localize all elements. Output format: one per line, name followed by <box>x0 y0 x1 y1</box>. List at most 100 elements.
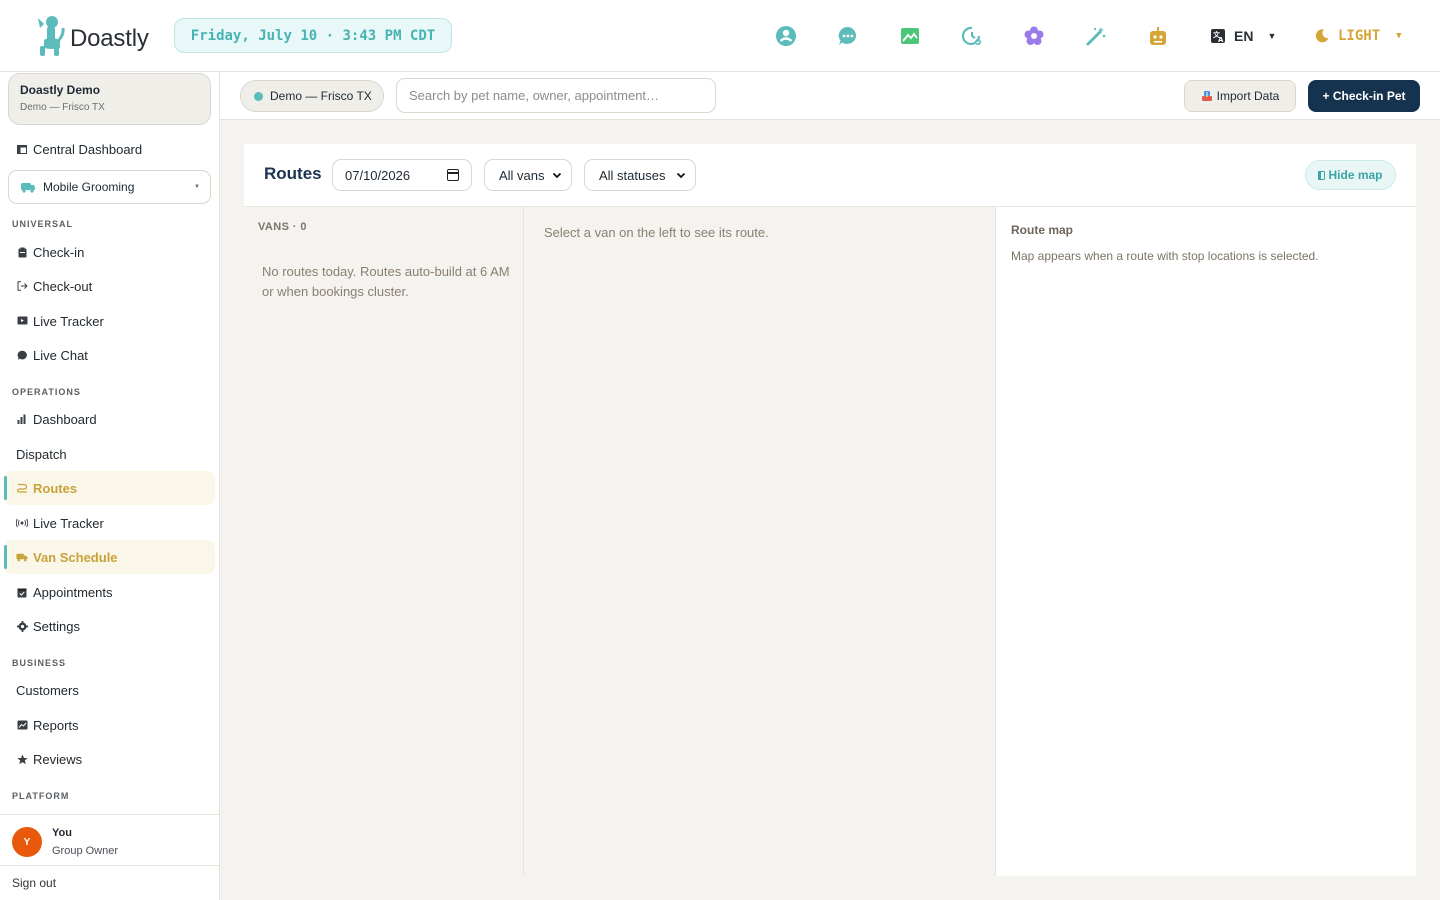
sidebar: Doastly Demo Demo — Frisco TX Central Da… <box>0 72 220 900</box>
sidebar-item-live-tracker[interactable]: Live Tracker <box>4 304 215 338</box>
theme-toggle[interactable]: LIGHT ▼ <box>1314 24 1402 48</box>
bar-chart-icon <box>16 413 28 425</box>
avatar: Y <box>12 827 42 857</box>
check-in-pet-button[interactable]: + Check-in Pet <box>1308 80 1420 112</box>
location-selector[interactable]: Demo — Frisco TX <box>240 80 384 112</box>
org-switcher[interactable]: Doastly Demo Demo — Frisco TX <box>8 73 211 125</box>
sidebar-item-label: Reviews <box>33 751 83 767</box>
user-name: You <box>52 827 72 839</box>
clipboard-icon <box>16 246 28 258</box>
module-selector[interactable]: Mobile Grooming ▼ <box>8 170 211 204</box>
vans-list: VANS · 0 No routes today. Routes auto-bu… <box>244 207 524 876</box>
top-bar: Doastly Friday, July 10 · 3:43 PM CDT 文A… <box>0 0 1440 72</box>
route-map-title: Route map <box>1011 223 1074 237</box>
sidebar-item-label: Check-out <box>33 278 93 294</box>
org-name: Doastly Demo <box>20 83 101 97</box>
sidebar-item-label: Live Tracker <box>33 515 104 531</box>
route-map-hint: Map appears when a route with stop locat… <box>1011 249 1319 263</box>
caret-down-icon: ▼ <box>1396 31 1402 41</box>
sidebar-item-routes[interactable]: Routes <box>4 471 215 505</box>
section-label-operations: OPERATIONS <box>12 387 81 397</box>
sidebar-item-label: Live Chat <box>33 347 88 363</box>
video-icon <box>16 315 28 327</box>
van-filter-select[interactable]: All vans <box>484 159 572 191</box>
gear-icon <box>16 620 28 632</box>
star-icon <box>16 753 28 765</box>
van-icon <box>16 551 28 563</box>
hide-map-label: Hide map <box>1328 168 1383 182</box>
chat-bubble-icon <box>16 349 28 361</box>
svg-text:A: A <box>1218 36 1224 44</box>
search-input[interactable] <box>396 78 716 113</box>
calendar-check-icon <box>16 586 28 598</box>
sidebar-item-label: Check-in <box>33 244 85 260</box>
status-filter-select[interactable]: All statuses <box>584 159 696 191</box>
sidebar-item-live-tracker-ops[interactable]: Live Tracker <box>4 506 215 540</box>
vans-count: VANS · 0 <box>258 221 307 233</box>
sign-out-button[interactable]: Sign out <box>0 865 219 900</box>
user-role: Group Owner <box>52 845 119 857</box>
sidebar-item-dashboard[interactable]: Dashboard <box>4 402 215 436</box>
sidebar-item-central-dashboard[interactable]: Central Dashboard <box>4 132 215 166</box>
date-value: 07/10/2026 <box>345 167 411 183</box>
section-label-business: BUSINESS <box>12 658 67 668</box>
flower-icon[interactable] <box>1022 24 1046 48</box>
date-picker[interactable]: 07/10/2026 <box>332 159 472 191</box>
sidebar-item-check-in[interactable]: Check-in <box>4 235 215 269</box>
image-icon[interactable] <box>898 24 922 48</box>
support-icon[interactable] <box>774 24 798 48</box>
sidebar-item-reviews[interactable]: Reviews <box>4 742 215 776</box>
sidebar-item-customers[interactable]: Customers <box>4 673 215 707</box>
user-profile[interactable]: Y You Group Owner <box>0 814 219 865</box>
app-name: Doastly <box>70 25 149 52</box>
theme-label: LIGHT <box>1338 28 1381 44</box>
sidebar-item-label: Live Tracker <box>33 313 104 329</box>
chevron-down-icon <box>676 172 686 179</box>
sidebar-item-label: Customers <box>16 682 79 698</box>
sidebar-item-reports[interactable]: Reports <box>4 708 215 742</box>
clock-icon[interactable] <box>960 24 984 48</box>
language-selector[interactable]: 文A EN ▼ <box>1210 24 1276 48</box>
import-data-button[interactable]: Import Data <box>1184 80 1296 112</box>
sidebar-item-check-out[interactable]: Check-out <box>4 269 215 303</box>
sidebar-item-live-chat[interactable]: Live Chat <box>4 338 215 372</box>
moon-icon <box>1315 29 1329 43</box>
chat-icon[interactable] <box>836 24 860 48</box>
vans-empty-message: No routes today. Routes auto-build at 6 … <box>262 264 510 299</box>
routes-header: Routes 07/10/2026 All vans All statuses … <box>244 144 1416 207</box>
chart-image-icon <box>16 719 28 731</box>
van-icon <box>21 183 35 193</box>
language-label: EN <box>1234 28 1254 44</box>
import-data-label: Import Data <box>1216 89 1280 103</box>
sidebar-item-label: Settings <box>33 618 80 634</box>
sidebar-item-settings[interactable]: Settings <box>4 609 215 643</box>
sidebar-item-label: Dashboard <box>33 411 97 427</box>
app-logo[interactable]: Doastly <box>30 14 149 58</box>
hide-map-button[interactable]: Hide map <box>1305 160 1396 190</box>
sidebar-item-label: Central Dashboard <box>33 141 143 157</box>
route-icon <box>16 482 28 494</box>
sidebar-item-label: Reports <box>33 717 79 733</box>
window-icon <box>16 143 28 155</box>
caret-down-icon: ▼ <box>1267 31 1277 41</box>
van-filter-value: All vans <box>499 167 545 183</box>
route-empty-message: Select a van on the left to see its rout… <box>544 225 769 240</box>
magic-wand-icon[interactable] <box>1084 24 1108 48</box>
status-dot-icon <box>254 91 263 101</box>
sidebar-item-label: Routes <box>33 480 78 496</box>
section-label-platform: PLATFORM <box>12 791 70 801</box>
toolbar: Demo — Frisco TX Import Data + Check-in … <box>220 72 1440 120</box>
location-label: Demo — Frisco TX <box>270 89 372 103</box>
import-icon <box>1201 91 1212 101</box>
calendar-icon[interactable] <box>447 169 459 181</box>
sidebar-item-dispatch[interactable]: Dispatch <box>4 437 215 471</box>
route-map: Route map Map appears when a route with … <box>997 207 1416 876</box>
org-location: Demo — Frisco TX <box>20 102 105 113</box>
sidebar-item-appointments[interactable]: Appointments <box>4 575 215 609</box>
sidebar-item-label: Van Schedule <box>33 549 118 565</box>
robot-icon[interactable] <box>1146 24 1170 48</box>
chevron-down-icon <box>552 172 562 179</box>
sidebar-item-van-schedule[interactable]: Van Schedule <box>4 540 215 574</box>
module-label: Mobile Grooming <box>43 180 135 194</box>
sidebar-item-label: Dispatch <box>16 446 67 462</box>
